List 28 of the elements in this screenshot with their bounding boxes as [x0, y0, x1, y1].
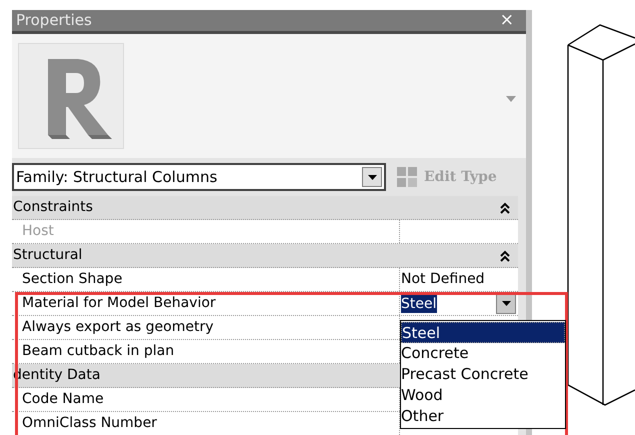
property-name: Always export as geometry [22, 318, 214, 337]
collapse-icon[interactable] [500, 202, 510, 214]
collapse-icon[interactable] [500, 250, 510, 262]
section-header[interactable]: Structural [12, 244, 518, 268]
property-name: Code Name [22, 390, 104, 409]
window-title: Properties [16, 10, 92, 32]
property-name: Section Shape [22, 270, 122, 289]
dropdown-option[interactable]: Steel [401, 322, 565, 343]
expand-arrow-icon[interactable] [506, 96, 516, 102]
property-name: Material for Model Behavior [22, 294, 216, 313]
caret-icon [502, 301, 510, 306]
dropdown-button[interactable] [496, 294, 516, 314]
section-header[interactable]: Constraints [12, 196, 518, 220]
type-selector[interactable]: Family: Structural Columns [12, 163, 386, 191]
property-value: Not Defined [401, 270, 485, 289]
edit-type-icon [396, 166, 418, 188]
property-name: Beam cutback in plan [22, 342, 174, 361]
property-value[interactable]: Steel [401, 294, 436, 312]
property-name: Host [22, 222, 54, 241]
dropdown-option[interactable]: Wood [401, 385, 565, 406]
property-name: OmniClass Number [22, 414, 157, 433]
dropdown-option[interactable]: Concrete [401, 343, 565, 364]
caret-icon [368, 174, 376, 180]
close-button[interactable]: × [500, 12, 514, 29]
section-title: Structural [12, 246, 82, 265]
dropdown-option[interactable]: Other [401, 406, 565, 427]
section-title: Constraints [12, 198, 93, 217]
type-preview-icon [18, 43, 124, 149]
